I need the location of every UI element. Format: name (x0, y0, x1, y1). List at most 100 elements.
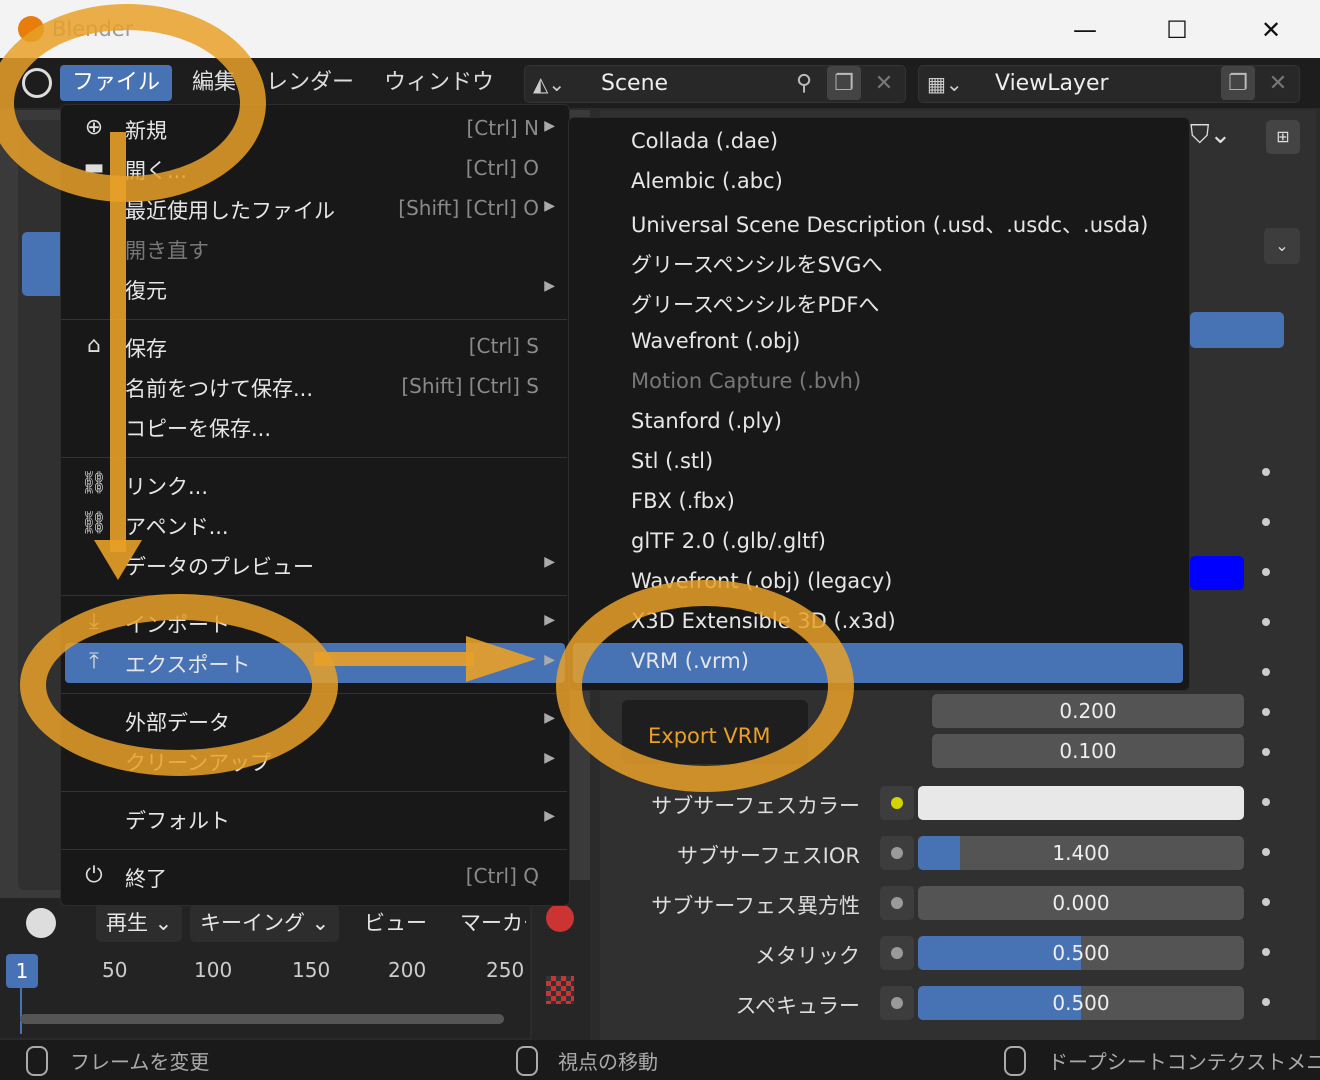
timeline-menu-view[interactable]: ビュー (364, 904, 427, 942)
file-menu-item[interactable]: ⊕ 新規 [Ctrl] N ▶ (65, 109, 565, 149)
export-format-label: Collada (.dae) (631, 129, 779, 153)
file-menu-item[interactable]: ⛓ リンク... (65, 465, 565, 505)
export-menu-item[interactable]: Wavefront (.obj) (legacy) (573, 563, 1183, 603)
keyframe-dot-icon[interactable] (1262, 568, 1270, 576)
scene-selector[interactable]: ◭⌄ Scene ⚲ ❐ ✕ (524, 65, 906, 103)
texture-tab-icon[interactable] (546, 976, 574, 1004)
property-field[interactable] (918, 786, 1244, 820)
keyframe-dot-icon[interactable] (1262, 708, 1270, 716)
export-menu-item[interactable]: グリースペンシルをSVGへ (573, 243, 1183, 283)
menu-render[interactable]: レンダー (254, 65, 366, 101)
file-menu-item[interactable]: 復元 ▶ (65, 269, 565, 309)
export-format-label: Alembic (.abc) (631, 169, 783, 193)
socket-dot-icon[interactable] (880, 836, 914, 870)
timeline-menu-marker[interactable]: マーカー (460, 904, 526, 942)
file-menu-item[interactable]: ⛓ アペンド... (65, 505, 565, 545)
minimize-icon: — (1073, 16, 1097, 44)
filter-icon[interactable]: ⛉⌄ (1190, 120, 1231, 151)
export-format-label: Stanford (.ply) (631, 409, 782, 433)
menu-file[interactable]: ファイル (60, 65, 173, 101)
export-menu-item[interactable]: FBX (.fbx) (573, 483, 1183, 523)
file-menu-item[interactable]: デフォルト ▶ (65, 799, 565, 839)
property-field[interactable]: 0.500 (918, 936, 1244, 970)
pin-icon[interactable]: ⚲ (787, 66, 821, 100)
export-menu-item[interactable]: Stl (.stl) (573, 443, 1183, 483)
property-value (918, 786, 1244, 820)
keyframe-dot-icon[interactable] (1262, 998, 1270, 1006)
export-menu-item[interactable]: Alembic (.abc) (573, 163, 1183, 203)
file-menu-item[interactable]: 名前をつけて保存... [Shift] [Ctrl] S (65, 367, 565, 407)
keyframe-dot-icon[interactable] (1262, 748, 1270, 756)
close-button[interactable]: ✕ (1248, 10, 1294, 50)
socket-dot-icon[interactable] (880, 886, 914, 920)
file-menu-item[interactable]: コピーを保存... (65, 407, 565, 447)
timeline-menu-keying[interactable]: キーイング ⌄ (190, 904, 340, 942)
remove-scene-icon[interactable]: ✕ (867, 66, 901, 100)
property-value: 0.000 (1052, 891, 1110, 915)
socket-dot-icon[interactable] (880, 986, 914, 1020)
blender-menu-icon[interactable] (22, 68, 52, 98)
keyframe-dot-icon[interactable] (1262, 668, 1270, 676)
remove-viewlayer-icon[interactable]: ✕ (1261, 66, 1295, 100)
selected-field[interactable] (1190, 312, 1284, 348)
folder-icon: ▬ (83, 155, 105, 180)
file-menu-item[interactable]: 最近使用したファイル [Shift] [Ctrl] O ▶ (65, 189, 565, 229)
export-menu-item[interactable]: glTF 2.0 (.glb/.gltf) (573, 523, 1183, 563)
export-menu-item[interactable]: Wavefront (.obj) (573, 323, 1183, 363)
editor-type-icon[interactable] (26, 908, 56, 938)
status-middle: 視点の移動 (558, 1050, 658, 1074)
file-menu-item[interactable]: クリーンアップ ▶ (65, 741, 565, 781)
value-field-0[interactable]: 0.200 (932, 694, 1244, 728)
menu-window[interactable]: ウィンドウ (372, 65, 506, 101)
menu-edit[interactable]: 編集 (180, 65, 248, 101)
property-field[interactable]: 0.500 (918, 986, 1244, 1020)
close-icon: ✕ (1260, 16, 1282, 44)
timeline-scrollbar[interactable] (20, 1014, 504, 1024)
socket-dot-icon[interactable] (880, 786, 914, 820)
export-menu-item[interactable]: Collada (.dae) (573, 123, 1183, 163)
current-frame[interactable]: 1 (6, 954, 38, 988)
export-vrm-button[interactable]: Export VRM (622, 700, 808, 764)
export-menu-item[interactable]: Universal Scene Description (.usd、.usdc、… (573, 203, 1183, 243)
frame-tick: 100 (194, 958, 233, 982)
export-menu-item[interactable]: グリースペンシルをPDFへ (573, 283, 1183, 323)
export-menu-item[interactable]: X3D Extensible 3D (.x3d) (573, 603, 1183, 643)
playback-label: 再生 (106, 911, 148, 935)
keyframe-dot-icon[interactable] (1262, 948, 1270, 956)
file-menu-item[interactable]: ▬ 開く... [Ctrl] O (65, 149, 565, 189)
panel-dropdown-icon[interactable]: ⌄ (1264, 228, 1300, 264)
viewlayer-selector[interactable]: ▦⌄ ViewLayer ❐ ✕ (918, 65, 1300, 103)
power-icon: ⏻ (85, 863, 103, 888)
keyframe-dot-icon[interactable] (1262, 848, 1270, 856)
keyframe-dot-icon[interactable] (1262, 798, 1270, 806)
material-tab-icon[interactable] (546, 904, 574, 932)
playhead[interactable] (20, 988, 22, 1034)
mouse-right-icon (1004, 1046, 1026, 1076)
property-field[interactable]: 0.000 (918, 886, 1244, 920)
copy-viewlayer-icon[interactable]: ❐ (1221, 66, 1255, 100)
property-field[interactable]: 1.400 (918, 836, 1244, 870)
value-text: 0.200 (1059, 699, 1117, 723)
add-collection-icon[interactable]: ⊞ (1266, 120, 1300, 154)
select-box-tool[interactable] (22, 232, 64, 296)
property-value: 0.500 (1052, 991, 1110, 1015)
keyframe-dot-icon[interactable] (1262, 898, 1270, 906)
file-menu-item[interactable]: ⏻ 終了 [Ctrl] Q (65, 857, 565, 897)
socket-dot-icon[interactable] (880, 936, 914, 970)
export-menu-item[interactable]: VRM (.vrm) (573, 643, 1183, 683)
file-menu-item[interactable]: 外部データ ▶ (65, 701, 565, 741)
minimize-button[interactable]: — (1062, 10, 1108, 50)
keyframe-dot-icon[interactable] (1262, 618, 1270, 626)
file-menu-label: リンク... (125, 475, 209, 499)
value-field-1[interactable]: 0.100 (932, 734, 1244, 768)
export-menu-item: Motion Capture (.bvh) (573, 363, 1183, 403)
file-menu-item[interactable]: ⌂ 保存 [Ctrl] S (65, 327, 565, 367)
maximize-button[interactable]: ☐ (1154, 10, 1200, 50)
menu-separator (61, 595, 567, 596)
keyframe-dot-icon[interactable] (1262, 518, 1270, 526)
timeline-menu-playback[interactable]: 再生 ⌄ (96, 904, 183, 942)
keyframe-dot-icon[interactable] (1262, 468, 1270, 476)
copy-scene-icon[interactable]: ❐ (827, 66, 861, 100)
export-menu-item[interactable]: Stanford (.ply) (573, 403, 1183, 443)
color-swatch[interactable] (1190, 556, 1244, 590)
